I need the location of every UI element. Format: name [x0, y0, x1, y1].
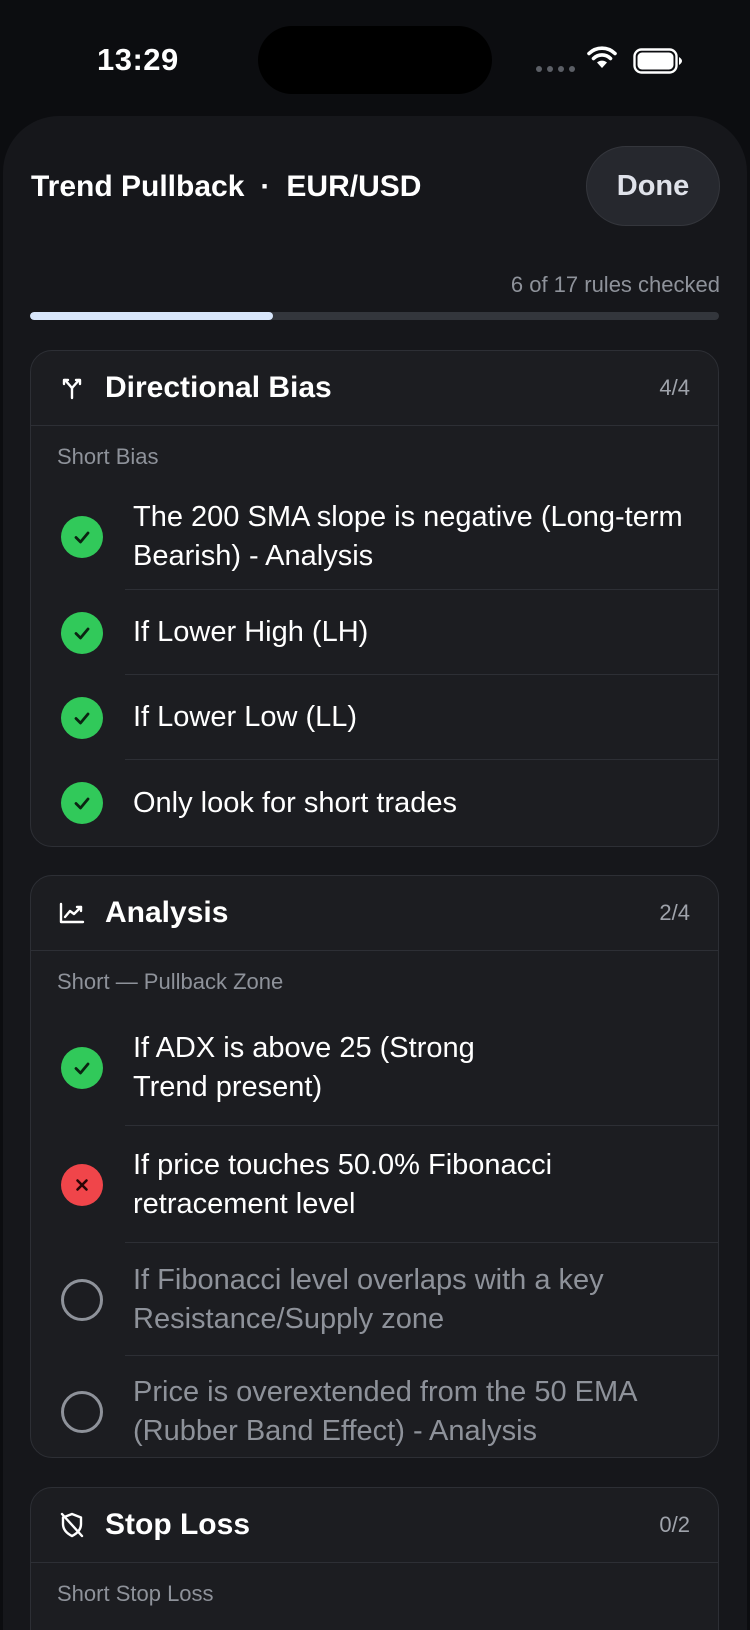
rule-text: If Lower High (LH): [133, 616, 369, 648]
progress-bar: [30, 312, 719, 320]
checkmark-icon[interactable]: [61, 611, 103, 654]
checkmark-icon[interactable]: [61, 696, 103, 739]
rule-text: Only look for short trades: [133, 786, 457, 819]
checkmark-icon[interactable]: [61, 1046, 103, 1089]
split-arrows-icon: [57, 373, 87, 403]
line-chart-icon: [57, 898, 87, 928]
section-title: Directional Bias: [105, 371, 332, 404]
empty-circle-icon[interactable]: [61, 1391, 103, 1433]
rule-text: If Lower Low (LL): [133, 701, 358, 733]
sheet-title: Trend Pullback · EUR/USD: [31, 170, 421, 204]
rule-item[interactable]: If price touches 50.0% Fibonacci retrace…: [31, 1126, 718, 1243]
rule-group-label: Short — Pullback Zone: [57, 969, 284, 994]
rule-item[interactable]: If Lower High (LH): [31, 590, 718, 675]
pair-name: EUR/USD: [286, 170, 422, 203]
status-time: 13:29: [97, 42, 179, 77]
section-count: 2/4: [659, 900, 690, 925]
rule-item[interactable]: Only look for short trades: [31, 760, 718, 846]
section-title: Stop Loss: [105, 1508, 251, 1541]
section-card-stop-loss: Stop Loss 0/2 Short Stop Loss: [30, 1487, 719, 1630]
x-mark-icon[interactable]: [61, 1163, 103, 1206]
rule-text: If Fibonacci level overlaps with a key R…: [133, 1263, 604, 1335]
battery-icon: [633, 48, 682, 74]
strategy-name: Trend Pullback: [31, 170, 245, 203]
rule-item[interactable]: If ADX is above 25 (Strong Trend present…: [31, 1009, 718, 1126]
wifi-icon: [587, 46, 617, 68]
rule-item[interactable]: If Lower Low (LL): [31, 675, 718, 760]
rule-group-label: Short Bias: [57, 444, 159, 469]
rule-group-label: Short Stop Loss: [57, 1581, 214, 1606]
section-header[interactable]: Directional Bias 4/4: [31, 351, 718, 426]
progress-bar-fill: [30, 312, 274, 320]
rule-item[interactable]: If Fibonacci level overlaps with a key R…: [31, 1243, 718, 1356]
checkmark-icon[interactable]: [61, 782, 103, 824]
rule-text: If ADX is above 25 (Strong Trend present…: [133, 1031, 475, 1103]
section-card-analysis: Analysis 2/4 Short — Pullback Zone If AD…: [30, 875, 719, 1458]
shield-off-icon: [57, 1510, 87, 1540]
section-header[interactable]: Analysis 2/4: [31, 876, 718, 951]
rule-item[interactable]: The 200 SMA slope is negative (Long-term…: [31, 484, 718, 590]
section-count: 0/2: [659, 1512, 690, 1537]
rule-text: The 200 SMA slope is negative (Long-term…: [133, 501, 683, 572]
empty-circle-icon[interactable]: [61, 1278, 103, 1321]
section-title: Analysis: [105, 896, 229, 929]
rule-text: Price is overextended from the 50 EMA (R…: [133, 1376, 636, 1447]
rule-item[interactable]: Price is overextended from the 50 EMA (R…: [31, 1356, 718, 1457]
progress-text: 6 of 17 rules checked: [510, 272, 720, 297]
rule-text: If price touches 50.0% Fibonacci retrace…: [133, 1148, 553, 1220]
dynamic-island: [258, 26, 492, 94]
done-button[interactable]: Done: [586, 146, 720, 226]
section-card-directional-bias: Directional Bias 4/4 Short Bias The 200 …: [30, 350, 719, 847]
cellular-signal-icon: [536, 66, 575, 72]
section-count: 4/4: [659, 375, 690, 400]
title-separator: ·: [260, 170, 271, 203]
checkmark-icon[interactable]: [61, 516, 103, 558]
section-header[interactable]: Stop Loss 0/2: [31, 1488, 718, 1563]
status-bar: 13:29: [0, 0, 750, 110]
